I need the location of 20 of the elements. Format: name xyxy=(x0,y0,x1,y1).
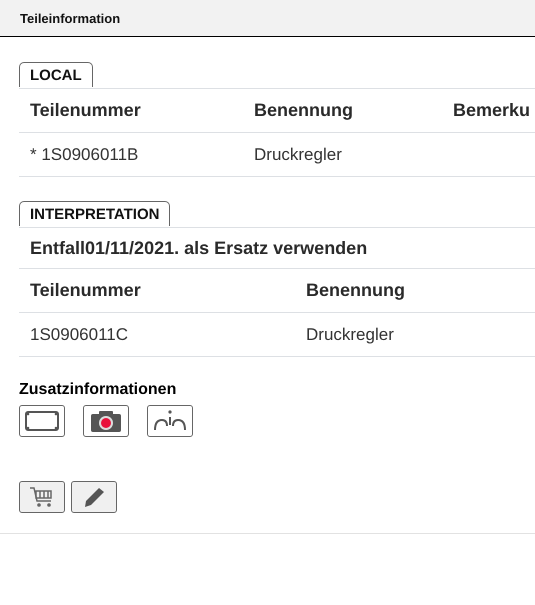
column-header: Benennung xyxy=(254,100,353,120)
table-cell: * 1S0906011B xyxy=(30,144,138,164)
column-header: Teilenummer xyxy=(30,100,141,120)
edit-button[interactable] xyxy=(71,481,117,513)
section-title: Zusatzinformationen xyxy=(19,381,176,399)
cart-button[interactable] xyxy=(19,481,65,513)
window-title: Teileinformation xyxy=(20,10,120,26)
table-cell: Druckregler xyxy=(306,324,394,344)
table-cell: 1S0906011C xyxy=(30,324,128,344)
pencil-icon xyxy=(82,486,106,508)
column-header: Bemerku xyxy=(453,100,530,120)
info-button[interactable] xyxy=(147,405,193,437)
note-text: Entfall01/11/2021. als Ersatz verwenden xyxy=(30,238,368,258)
frame-icon xyxy=(24,410,60,432)
camera-button[interactable] xyxy=(83,405,129,437)
column-header: Teilenummer xyxy=(30,280,141,300)
camera-icon xyxy=(88,409,124,433)
table-cell: Druckregler xyxy=(254,144,342,164)
column-header: Benennung xyxy=(306,280,405,300)
frame-button[interactable] xyxy=(19,405,65,437)
